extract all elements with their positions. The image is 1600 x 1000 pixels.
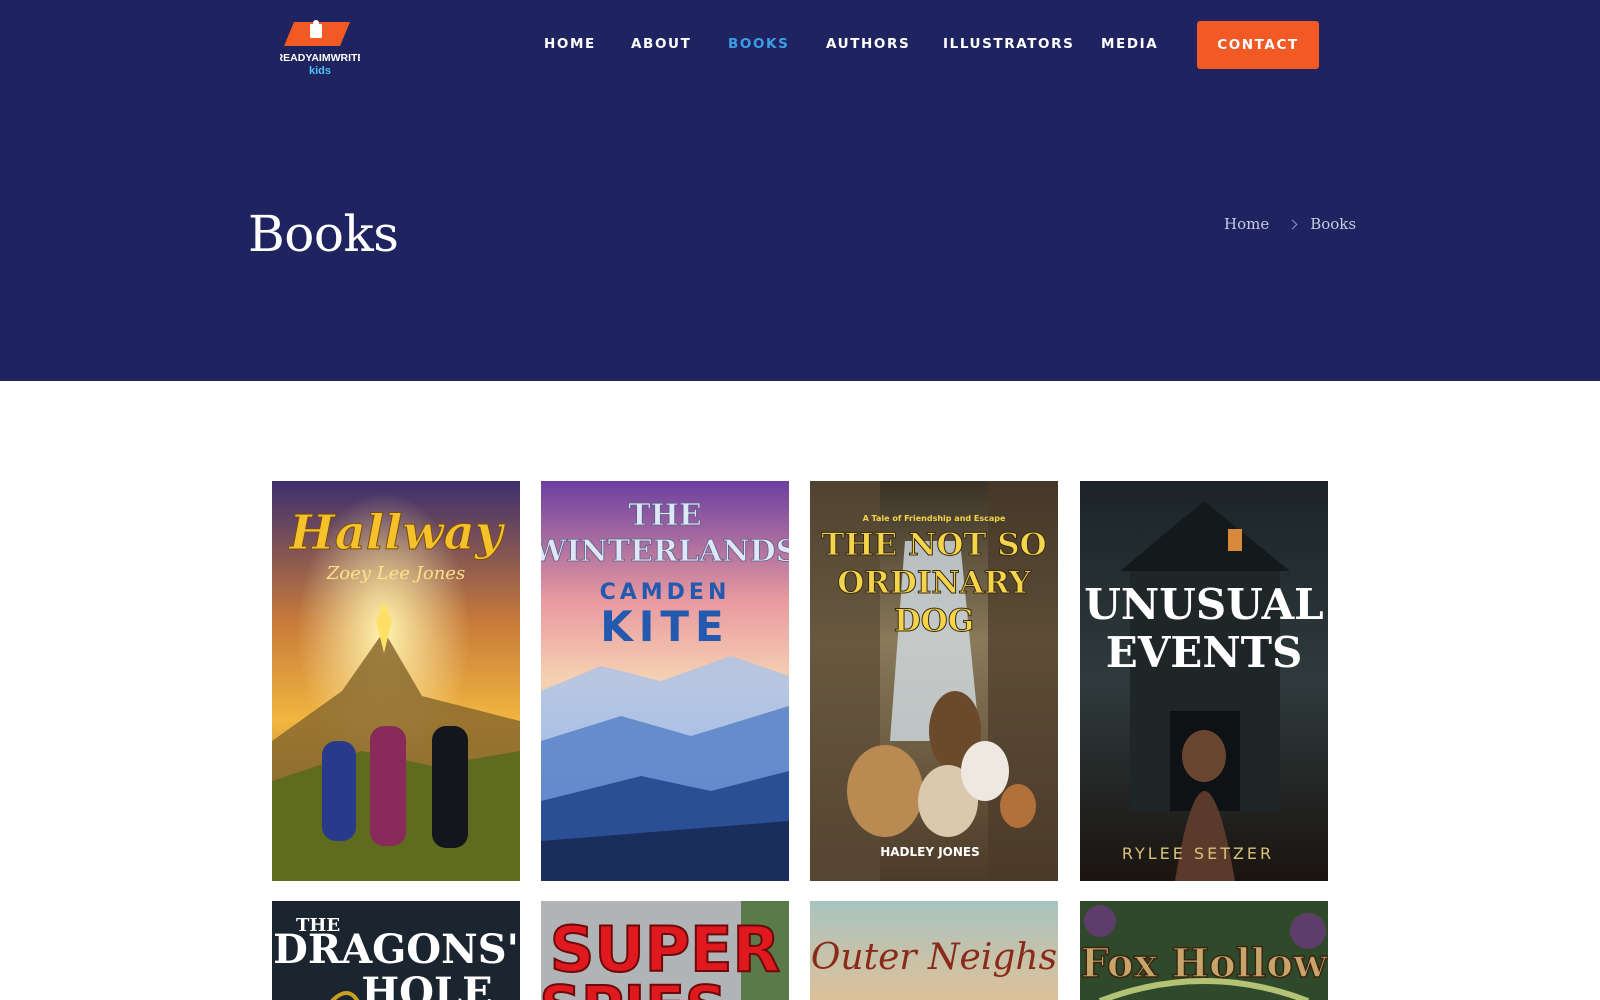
book-card-unusual-events[interactable]: UNUSUAL EVENTS RYLEE SETZER [1080,481,1328,881]
breadcrumb-home-link[interactable]: Home [1224,215,1269,233]
book-card-fox-hollow[interactable]: Fox Hollow [1080,901,1328,1000]
book-card-the-winterlands[interactable]: THE WINTERLANDS CAMDEN KITE [541,481,789,881]
book-title-line2: ORDINARY [837,565,1031,601]
book-card-super-spies[interactable]: SUPER SPIES [541,901,789,1000]
nav-item-home[interactable]: HOME [544,36,596,52]
nav-item-authors[interactable]: AUTHORS [826,36,910,52]
book-title-line1: THE NOT SO [821,527,1046,563]
book-title-line2: WINTERLANDS [541,534,789,569]
breadcrumb: Home Books [1224,215,1356,233]
dog-illustration [847,745,923,837]
breadcrumb-chevron-icon [1287,219,1298,229]
book-title: Hallway [287,505,505,561]
book-card-outer-neighs[interactable]: Outer Neighs [810,901,1058,1000]
nav-item-about[interactable]: ABOUT [631,36,691,52]
book-title-line1: UNUSUAL [1084,580,1323,629]
book-card-the-dragons-hole[interactable]: THE DRAGONS' HOLE [272,901,520,1000]
book-title-line1: THE [628,498,702,533]
book-title-line3: HOLE [361,969,492,1000]
book-author-line2: KITE [600,602,730,651]
book-title-line2: DRAGONS' [273,926,519,973]
book-card-hallway[interactable]: Hallway Zoey Lee Jones [272,481,520,881]
book-title-line2: SPIES [541,973,727,1000]
nav-item-media[interactable]: MEDIA [1101,36,1158,52]
lit-window-icon [1228,529,1242,551]
nav-item-illustrators[interactable]: ILLUSTRATORS [943,36,1074,52]
book-title: Fox Hollow [1081,940,1328,987]
book-title-line2: EVENTS [1106,628,1303,677]
breadcrumb-current: Books [1310,215,1357,233]
book-author: HADLEY JONES [880,845,980,859]
main-navigation: HOME ABOUT BOOKS AUTHORS ILLUSTRATORS ME… [0,0,1600,90]
book-author: Zoey Lee Jones [326,563,465,584]
book-author: RYLEE SETZER [1122,844,1274,863]
page-title: Books [248,205,399,263]
book-title: Outer Neighs [811,937,1057,978]
nav-item-books[interactable]: BOOKS [728,36,789,52]
book-card-the-not-so-ordinary-dog[interactable]: A Tale of Friendship and Escape THE NOT … [810,481,1058,881]
book-title-line3: DOG [894,603,974,639]
contact-button[interactable]: CONTACT [1197,21,1319,69]
book-tagline: A Tale of Friendship and Escape [863,514,1006,523]
